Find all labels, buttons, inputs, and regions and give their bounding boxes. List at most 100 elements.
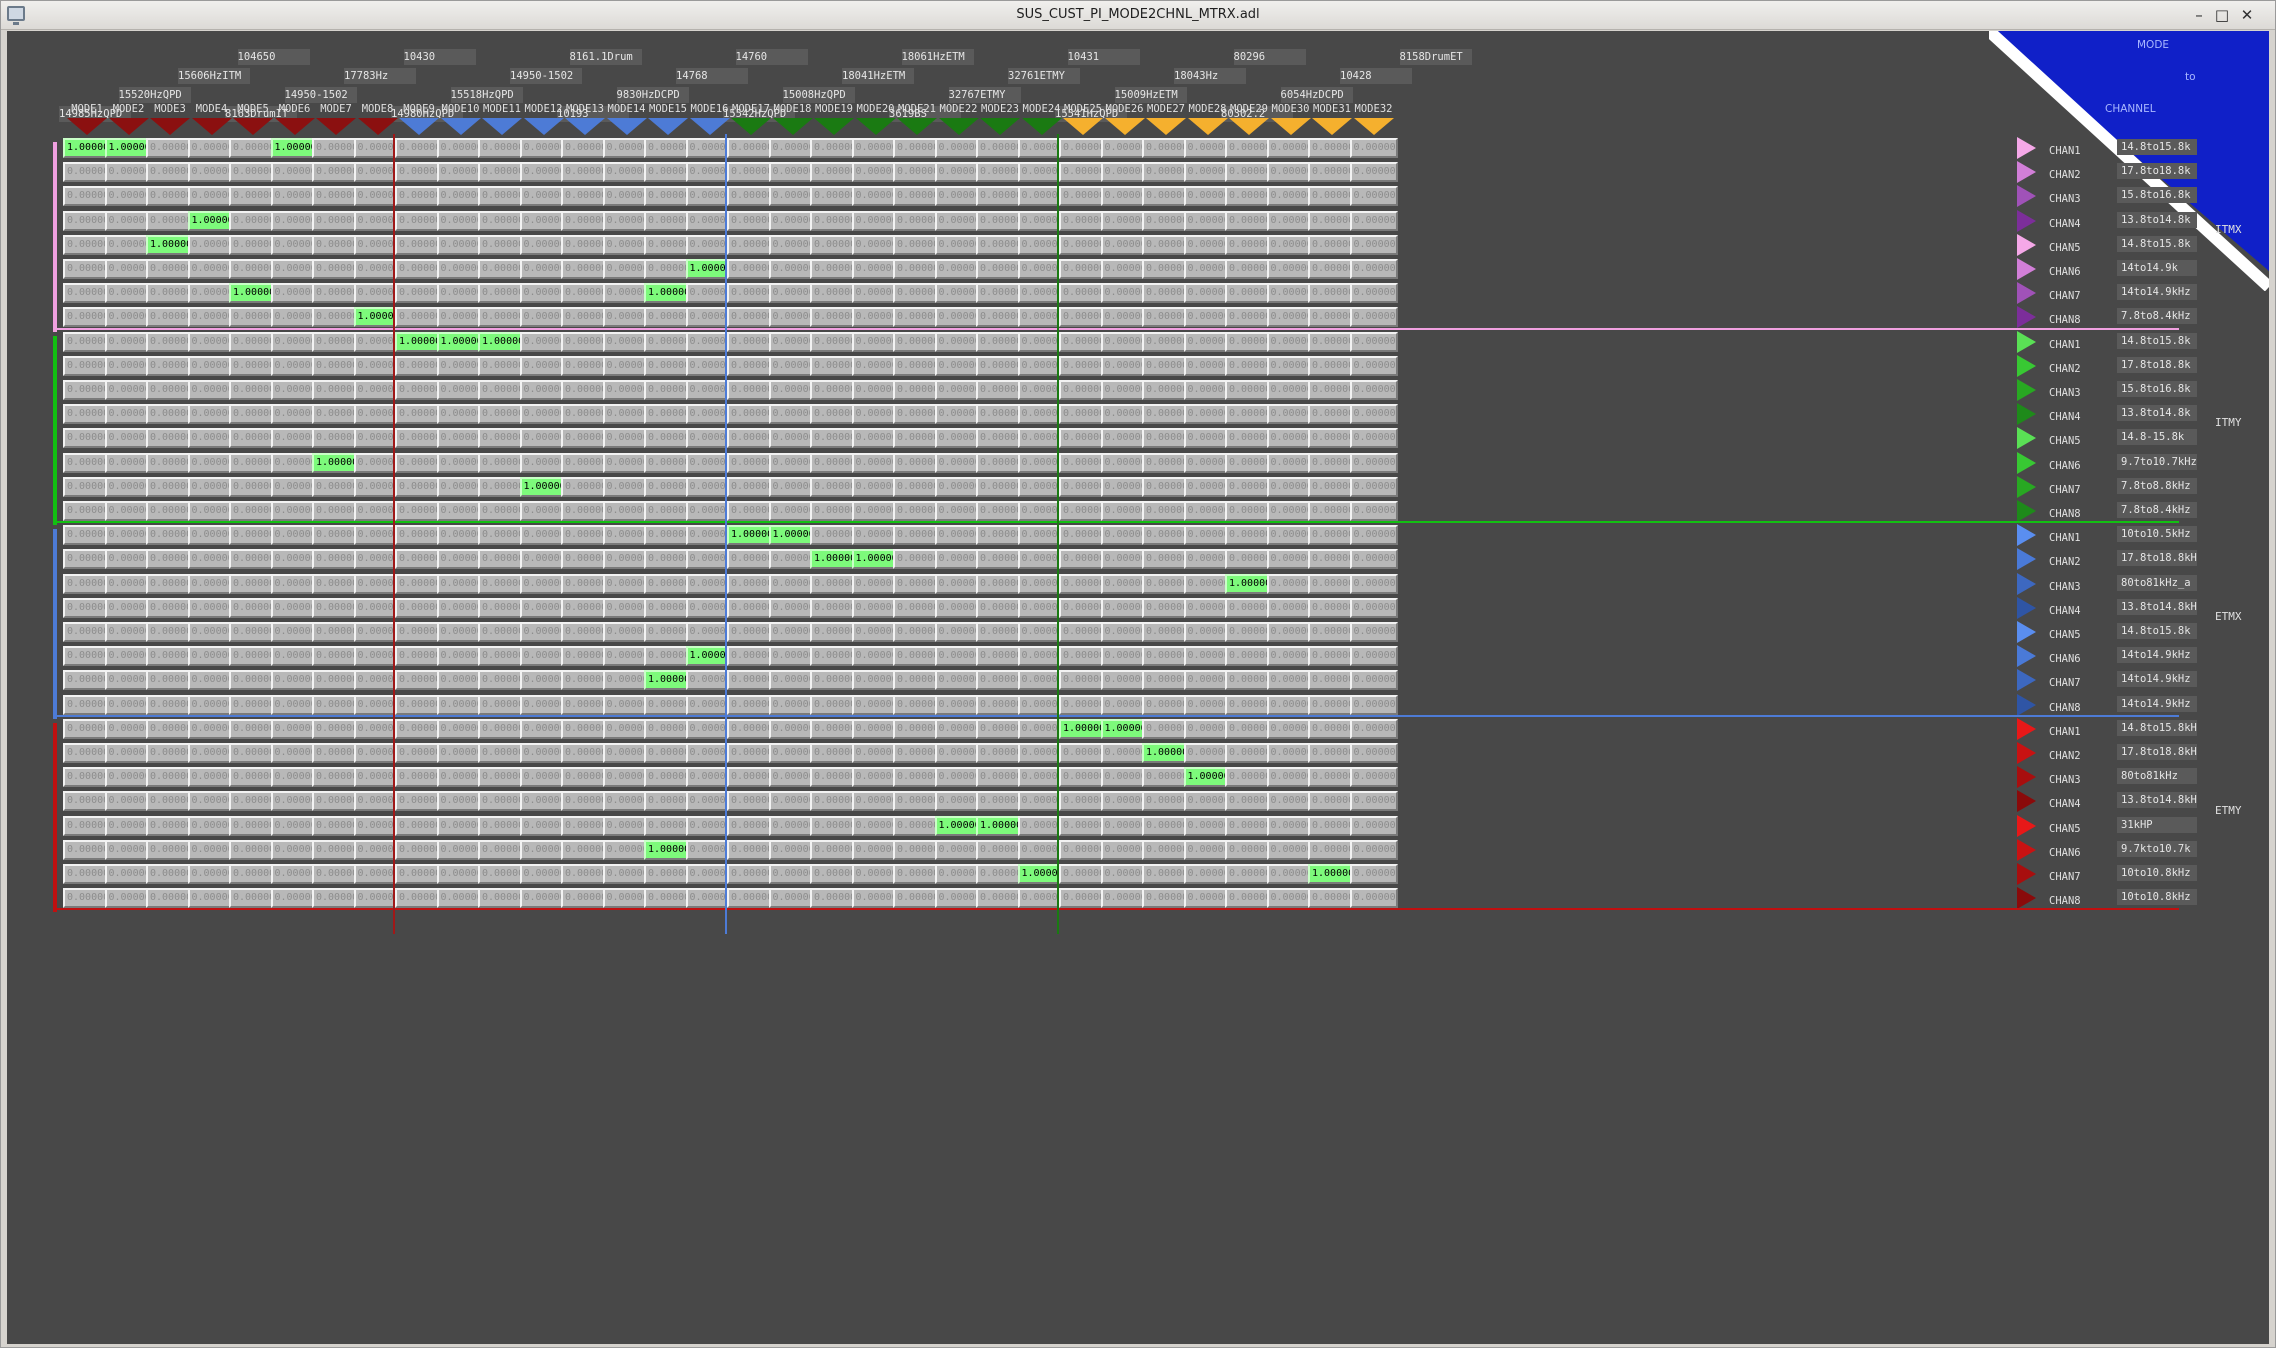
etmx-chan6-triangle-icon[interactable] [2017,645,2036,668]
matrix-cell-itmy-chan3-mode32[interactable]: 0.00000 [1349,380,1398,400]
itmx-chan1-triangle-icon[interactable] [2017,137,2036,159]
matrix-cell-itmx-chan3-mode32[interactable]: 0.00000 [1349,186,1398,207]
matrix-cell-etmx-chan8-mode32[interactable]: 0.00000 [1349,694,1398,715]
matrix-cell-itmy-chan5-mode32[interactable]: 0.00000 [1349,428,1398,449]
mode-5-triangle-icon[interactable] [233,118,273,135]
mode-30-triangle-icon[interactable] [1270,118,1311,135]
close-button[interactable]: ✕ [2237,5,2257,25]
itmy-chan8-triangle-icon[interactable] [2017,500,2036,522]
mode-29-triangle-icon[interactable] [1229,118,1269,135]
matrix-cell-etmx-chan3-mode32[interactable]: 0.00000 [1349,573,1398,594]
matrix-cell-etmx-chan4-mode32[interactable]: 0.00000 [1349,597,1398,618]
matrix-cell-etmx-chan1-mode32[interactable]: 0.00000 [1349,525,1398,546]
mode-32-triangle-icon[interactable] [1353,118,1394,135]
mode-2-triangle-icon[interactable] [108,118,149,135]
etmx-chan2-triangle-icon[interactable] [2017,548,2036,571]
matrix-cell-itmy-chan4-mode32[interactable]: 0.00000 [1349,404,1398,425]
matrix-cell-itmx-chan1-mode32[interactable]: 0.00000 [1349,138,1398,158]
matrix-cell-itmy-chan1-mode32[interactable]: 0.00000 [1349,331,1398,352]
mode-4-triangle-icon[interactable] [191,118,232,135]
itmx-chan4-triangle-icon[interactable] [2017,209,2036,232]
itmy-chan6-triangle-icon[interactable] [2017,451,2036,474]
itmy-chan7-triangle-icon[interactable] [2017,475,2036,498]
etmx-chan7-triangle-icon[interactable] [2017,669,2036,692]
mode-1-triangle-icon[interactable] [67,118,107,135]
etmx-chan4-triangle-icon[interactable] [2017,596,2036,619]
mode-6-triangle-icon[interactable] [274,118,315,135]
etmy-chan2-triangle-icon[interactable] [2017,742,2036,764]
mode-26-triangle-icon[interactable] [1104,118,1145,135]
matrix-cell-etmy-chan6-mode32[interactable]: 0.00000 [1349,839,1398,860]
itmy-chan4-triangle-icon[interactable] [2017,403,2036,426]
matrix-cell-itmy-chan2-mode32[interactable]: 0.00000 [1349,355,1398,376]
matrix-cell-etmy-chan2-mode32[interactable]: 0.00000 [1349,743,1398,763]
mode-13-triangle-icon[interactable] [565,118,605,135]
etmx-chan5-triangle-icon[interactable] [2017,621,2036,643]
matrix-cell-etmy-chan5-mode32[interactable]: 0.00000 [1349,815,1398,836]
mode-21-triangle-icon[interactable] [897,118,937,135]
mode-24-triangle-icon[interactable] [1021,118,1062,135]
mode-14-triangle-icon[interactable] [606,118,647,135]
itmx-chan2-triangle-icon[interactable] [2017,161,2036,184]
mode-18-triangle-icon[interactable] [772,118,813,135]
matrix-cell-itmy-chan8-mode32[interactable]: 0.00000 [1349,501,1398,521]
itmy-chan2-triangle-icon[interactable] [2017,354,2036,377]
itmx-chan6-triangle-icon[interactable] [2017,258,2036,280]
matrix-cell-etmx-chan6-mode32[interactable]: 0.00000 [1349,646,1398,667]
mode-31-triangle-icon[interactable] [1312,118,1352,135]
matrix-cell-itmx-chan8-mode32[interactable]: 0.00000 [1349,307,1398,328]
etmy-chan6-triangle-icon[interactable] [2017,838,2036,861]
etmy-chan1-triangle-icon[interactable] [2017,717,2036,740]
maximize-button[interactable]: □ [2212,5,2232,25]
mode-22-triangle-icon[interactable] [938,118,979,135]
mode-15-triangle-icon[interactable] [648,118,688,135]
itmy-chan3-triangle-icon[interactable] [2017,379,2036,401]
mode-12-triangle-icon[interactable] [523,118,564,135]
mode-16-triangle-icon[interactable] [689,118,730,135]
matrix-cell-itmx-chan5-mode32[interactable]: 0.00000 [1349,234,1398,255]
itmx-chan7-triangle-icon[interactable] [2017,282,2036,305]
matrix-cell-itmy-chan6-mode32[interactable]: 0.00000 [1349,452,1398,473]
matrix-cell-itmx-chan4-mode32[interactable]: 0.00000 [1349,210,1398,231]
matrix-cell-itmy-chan7-mode32[interactable]: 0.00000 [1349,476,1398,497]
matrix-cell-etmy-chan4-mode32[interactable]: 0.00000 [1349,791,1398,812]
matrix-cell-itmx-chan7-mode32[interactable]: 0.00000 [1349,283,1398,304]
mode-7-triangle-icon[interactable] [316,118,356,135]
mode-25-triangle-icon[interactable] [1063,118,1103,135]
mode-27-triangle-icon[interactable] [1146,118,1186,135]
mode-19-triangle-icon[interactable] [814,118,854,135]
matrix-cell-etmx-chan7-mode32[interactable]: 0.00000 [1349,670,1398,691]
etmy-chan7-triangle-icon[interactable] [2017,863,2036,885]
etmy-chan4-triangle-icon[interactable] [2017,790,2036,813]
mode-9-triangle-icon[interactable] [399,118,439,135]
matrix-cell-itmx-chan6-mode32[interactable]: 0.00000 [1349,259,1398,279]
itmx-chan8-triangle-icon[interactable] [2017,306,2036,329]
matrix-cell-etmy-chan7-mode32[interactable]: 0.00000 [1349,864,1398,884]
etmx-chan3-triangle-icon[interactable] [2017,572,2036,595]
etmy-chan5-triangle-icon[interactable] [2017,814,2036,837]
matrix-cell-etmx-chan2-mode32[interactable]: 0.00000 [1349,549,1398,570]
etmx-chan1-triangle-icon[interactable] [2017,524,2036,547]
mode-3-triangle-icon[interactable] [150,118,190,135]
etmx-chan8-triangle-icon[interactable] [2017,693,2036,716]
mode-11-triangle-icon[interactable] [482,118,522,135]
itmx-chan5-triangle-icon[interactable] [2017,233,2036,256]
matrix-cell-etmx-chan5-mode32[interactable]: 0.00000 [1349,622,1398,642]
matrix-cell-itmx-chan2-mode32[interactable]: 0.00000 [1349,162,1398,183]
itmy-chan5-triangle-icon[interactable] [2017,427,2036,450]
matrix-cell-etmy-chan8-mode32[interactable]: 0.00000 [1349,888,1398,909]
mode-20-triangle-icon[interactable] [855,118,896,135]
etmy-chan8-triangle-icon[interactable] [2017,887,2036,910]
minimize-button[interactable]: – [2189,5,2209,25]
mode-23-triangle-icon[interactable] [980,118,1020,135]
mode-8-triangle-icon[interactable] [357,118,398,135]
etmy-chan3-triangle-icon[interactable] [2017,766,2036,789]
matrix-cell-etmy-chan3-mode32[interactable]: 0.00000 [1349,767,1398,788]
mode-10-triangle-icon[interactable] [440,118,481,135]
itmx-chan3-triangle-icon[interactable] [2017,185,2036,208]
mode-17-triangle-icon[interactable] [731,118,771,135]
title-bar[interactable]: SUS_CUST_PI_MODE2CHNL_MTRX.adl – □ ✕ [1,1,2275,30]
matrix-cell-etmy-chan1-mode32[interactable]: 0.00000 [1349,718,1398,739]
mode-28-triangle-icon[interactable] [1187,118,1228,135]
itmy-chan1-triangle-icon[interactable] [2017,330,2036,353]
